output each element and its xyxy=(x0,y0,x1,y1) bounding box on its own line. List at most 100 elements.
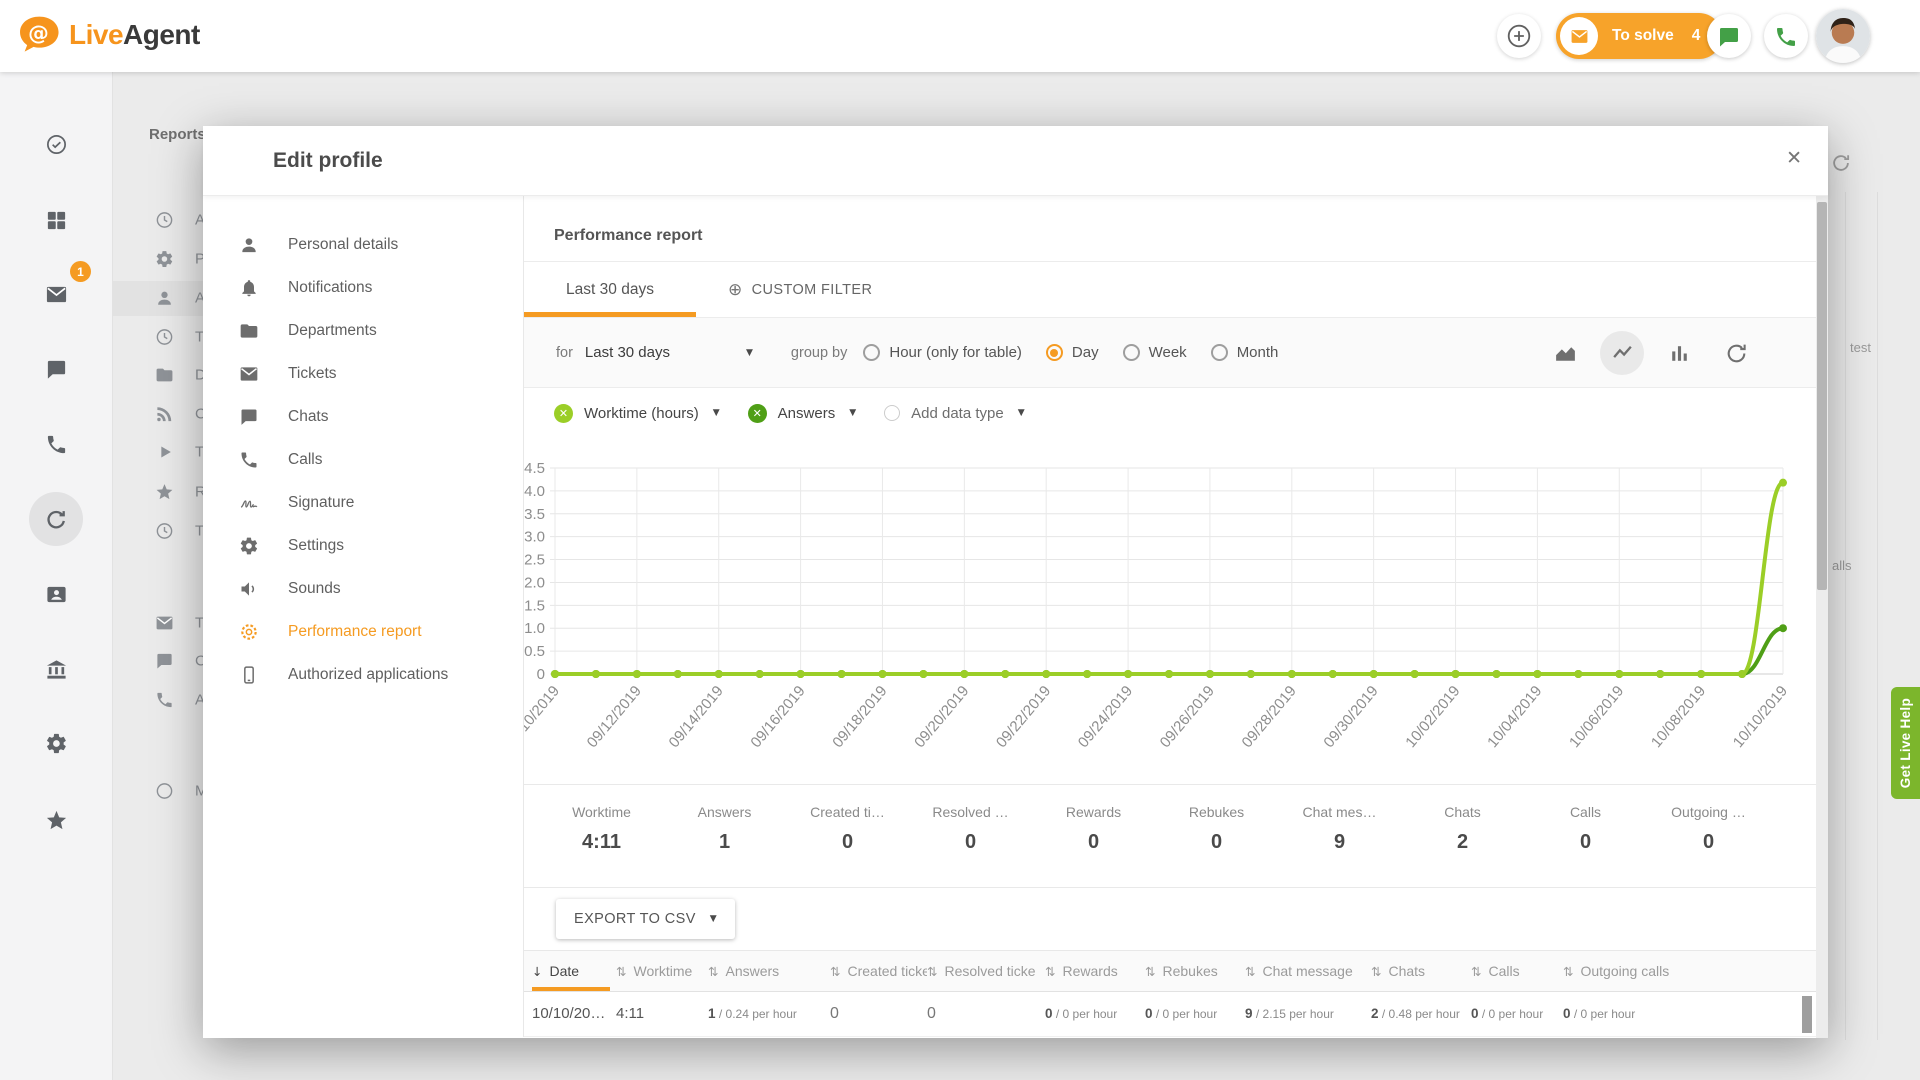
svg-text:1.0: 1.0 xyxy=(524,620,545,637)
column-header-date[interactable]: ↓Date xyxy=(532,951,616,991)
for-label: for xyxy=(556,345,573,361)
stat-created-ti-: Created ti…0 xyxy=(786,804,909,887)
profile-nav-chats[interactable]: Chats xyxy=(203,395,523,438)
scrollbar-thumb[interactable] xyxy=(1817,202,1827,590)
table-row[interactable]: 10/10/20…4:111 / 0.24 per hour000 / 0 pe… xyxy=(524,992,1828,1037)
refresh-icon[interactable] xyxy=(1830,152,1852,174)
liveagent-logo[interactable]: @ LiveAgent xyxy=(16,13,200,57)
profile-nav-signature[interactable]: Signature xyxy=(203,481,523,524)
radio-hour-only-for-table-[interactable]: Hour (only for table) xyxy=(863,344,1022,361)
chip-worktime-hours-[interactable]: ✕Worktime (hours)▼ xyxy=(554,404,720,423)
chip-label: Worktime (hours) xyxy=(584,405,699,422)
chats-topbar-button[interactable] xyxy=(1707,14,1751,58)
sidebar-item-check-circle[interactable] xyxy=(29,117,83,171)
person-icon xyxy=(239,235,259,255)
bell-icon xyxy=(239,278,259,298)
column-header-worktime[interactable]: ⇅Worktime xyxy=(616,951,708,991)
cell-rate: / 0 per hour xyxy=(1571,1007,1636,1021)
sidebar-item-contact-card[interactable] xyxy=(29,567,83,621)
sidebar-item-gear[interactable] xyxy=(29,716,83,770)
table-cell: 0 / 0 per hour xyxy=(1145,1005,1245,1023)
profile-nav-departments[interactable]: Departments xyxy=(203,309,523,352)
user-avatar[interactable] xyxy=(1816,9,1870,63)
add-button[interactable] xyxy=(1497,14,1541,58)
modal-scrollbar[interactable] xyxy=(1816,196,1828,1038)
profile-nav-sounds[interactable]: Sounds xyxy=(203,567,523,610)
column-header-chat-message[interactable]: ⇅Chat message xyxy=(1245,951,1371,991)
radio-month[interactable]: Month xyxy=(1211,344,1279,361)
profile-nav-tickets[interactable]: Tickets xyxy=(203,352,523,395)
area-chart-button[interactable] xyxy=(1543,331,1587,375)
profile-nav-settings[interactable]: Settings xyxy=(203,524,523,567)
to-solve-button[interactable]: To solve 4 xyxy=(1556,13,1722,59)
close-icon[interactable]: ✕ xyxy=(1786,147,1802,169)
date-range-select[interactable]: Last 30 days ▼ xyxy=(585,344,753,361)
play-icon xyxy=(155,443,174,462)
gear-icon xyxy=(45,732,68,755)
tab-last-30-days[interactable]: Last 30 days xyxy=(524,262,696,317)
nav-item-label: Calls xyxy=(288,451,322,469)
remove-series-icon[interactable]: ✕ xyxy=(748,404,767,423)
table-cell: 2 / 0.48 per hour xyxy=(1371,1005,1471,1023)
column-header-rewards[interactable]: ⇅Rewards xyxy=(1045,951,1145,991)
tab-custom-filter[interactable]: ⊕CUSTOM FILTER xyxy=(696,262,904,317)
column-header-resolved-ticke[interactable]: ⇅Resolved ticke xyxy=(927,951,1045,991)
bar-chart-icon xyxy=(1667,341,1692,366)
column-header-created-ticket[interactable]: ⇅Created ticket xyxy=(830,951,927,991)
column-header-answers[interactable]: ⇅Answers xyxy=(708,951,830,991)
svg-text:10/02/2019: 10/02/2019 xyxy=(1402,683,1463,751)
stat-resolved-: Resolved …0 xyxy=(909,804,1032,887)
chip-label: Answers xyxy=(778,405,836,422)
radio-day[interactable]: Day xyxy=(1046,344,1099,361)
stat-value: 0 xyxy=(1524,831,1647,854)
calls-topbar-button[interactable] xyxy=(1764,14,1808,58)
chart-type-switcher xyxy=(1543,331,1758,375)
profile-nav-calls[interactable]: Calls xyxy=(203,438,523,481)
stat-chats: Chats2 xyxy=(1401,804,1524,887)
column-header-chats[interactable]: ⇅Chats xyxy=(1371,951,1471,991)
phone-icon xyxy=(1774,24,1798,48)
refresh-button[interactable] xyxy=(1714,331,1758,375)
column-header-outgoing-calls[interactable]: ⇅Outgoing calls xyxy=(1563,951,1685,991)
sidebar-item-mail[interactable]: 1 xyxy=(29,267,83,321)
chip-add-data-type[interactable]: Add data type▼ xyxy=(884,405,1025,422)
export-to-csv-button[interactable]: EXPORT TO CSV ▼ xyxy=(556,899,735,939)
column-header-rebukes[interactable]: ⇅Rebukes xyxy=(1145,951,1245,991)
sidebar-item-dashboard[interactable] xyxy=(29,193,83,247)
bar-chart-button[interactable] xyxy=(1657,331,1701,375)
profile-nav-notifications[interactable]: Notifications xyxy=(203,266,523,309)
svg-text:10/08/2019: 10/08/2019 xyxy=(1648,683,1709,751)
sidebar-item-cycle[interactable] xyxy=(29,492,83,546)
column-label: Created ticket xyxy=(847,963,927,979)
sort-icon: ⇅ xyxy=(927,964,937,979)
chevron-down-icon: ▼ xyxy=(746,348,753,358)
column-header-calls[interactable]: ⇅Calls xyxy=(1471,951,1563,991)
sort-icon: ⇅ xyxy=(708,964,718,979)
stat-value: 0 xyxy=(1155,831,1278,854)
sidebar-item-bank[interactable] xyxy=(29,642,83,696)
modal-title: Edit profile xyxy=(273,149,383,173)
get-live-help-tab[interactable]: Get Live Help xyxy=(1891,687,1920,799)
profile-nav-personal-details[interactable]: Personal details xyxy=(203,223,523,266)
line-chart-button[interactable] xyxy=(1600,331,1644,375)
chip-answers[interactable]: ✕Answers▼ xyxy=(748,404,856,423)
gear-icon xyxy=(155,250,174,269)
sidebar-item-phone[interactable] xyxy=(29,417,83,471)
sidebar-item-star[interactable] xyxy=(29,793,83,847)
remove-series-icon[interactable]: ✕ xyxy=(554,404,573,423)
background-text: alls xyxy=(1832,558,1852,573)
sidebar-item-chat[interactable] xyxy=(29,342,83,396)
phone-icon xyxy=(45,433,68,456)
radio-week[interactable]: Week xyxy=(1123,344,1187,361)
series-chips: ✕Worktime (hours)▼✕Answers▼Add data type… xyxy=(524,388,1828,438)
cell-value: 2 xyxy=(1371,1006,1379,1021)
background-list-item: T xyxy=(155,614,204,633)
liveagent-app: Reports APATDCTRTTCAM test alls Get Live… xyxy=(0,0,1920,1080)
filter-bar: for Last 30 days ▼ group by Hour (only f… xyxy=(524,318,1828,388)
table-scrollbar-thumb[interactable] xyxy=(1802,996,1812,1033)
bank-icon xyxy=(45,658,68,681)
profile-nav-performance-report[interactable]: Performance report xyxy=(203,610,523,653)
background-divider xyxy=(1845,192,1846,1040)
profile-nav-authorized-applications[interactable]: Authorized applications xyxy=(203,653,523,696)
cycle-icon xyxy=(45,508,68,531)
